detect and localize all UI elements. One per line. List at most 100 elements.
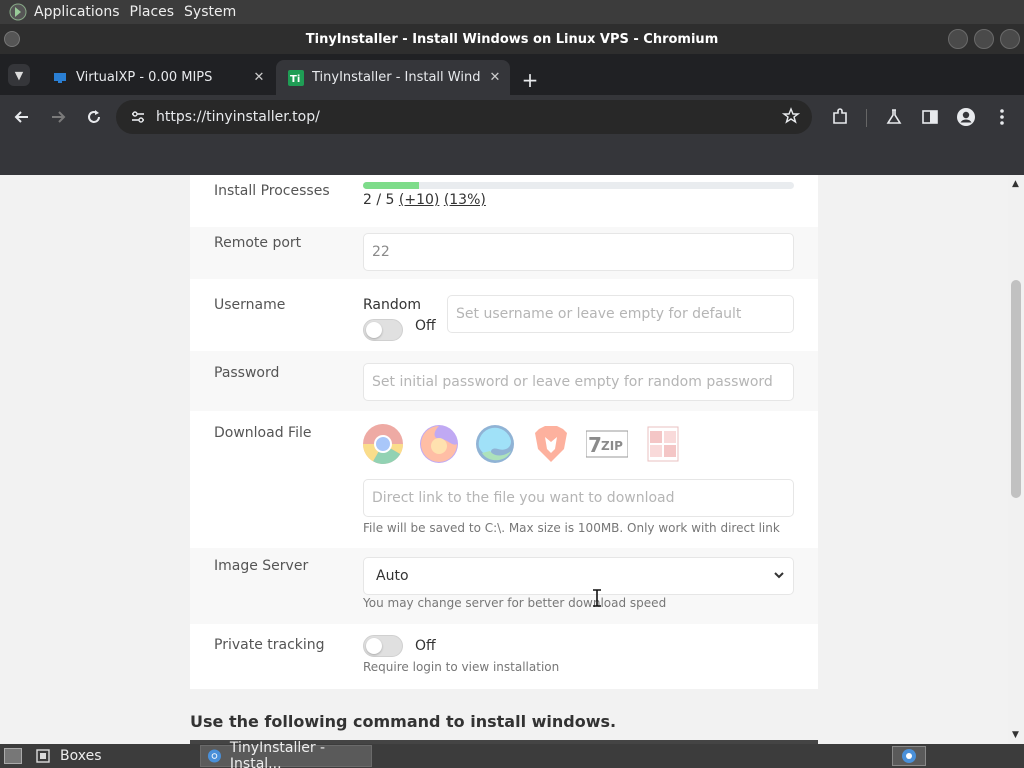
svg-text:ZIP: ZIP — [601, 439, 623, 453]
gnome-foot-icon[interactable] — [8, 2, 28, 22]
progress-percent-link[interactable]: (13%) — [444, 192, 486, 208]
back-arrow-icon — [14, 111, 28, 123]
username-input[interactable]: Set username or leave empty for default — [447, 295, 794, 333]
username-placeholder: Set username or leave empty for default — [456, 306, 742, 322]
profile-button[interactable] — [954, 105, 978, 129]
image-server-helper: You may change server for better downloa… — [363, 596, 667, 610]
site-settings-icon[interactable] — [124, 110, 152, 124]
new-tab-button[interactable]: + — [518, 68, 542, 92]
tinyinstaller-logo-icon: Ti — [288, 69, 304, 86]
username-row: Username Random Off Set username or leav… — [190, 279, 818, 351]
avatar-icon — [957, 108, 975, 126]
progress-count: 2 / 5 — [363, 192, 395, 208]
bottom-panel: Boxes TinyInstaller - Instal... — [0, 740, 1024, 768]
tab-virtualxp[interactable]: VirtualXP - 0.00 MIPS ✕ — [40, 60, 274, 95]
install-form-card: Install Processes 2 / 5 (+10) (13%) Remo… — [190, 175, 818, 689]
taskbar-item-chromium[interactable]: TinyInstaller - Instal... — [200, 740, 372, 768]
firefox-icon[interactable] — [418, 423, 460, 465]
back-button[interactable] — [10, 105, 34, 129]
browser-menu-button[interactable] — [990, 105, 1014, 129]
remote-port-value: 22 — [372, 244, 390, 260]
tab-tinyinstaller[interactable]: Ti TinyInstaller - Install Windo ✕ — [276, 60, 510, 95]
download-url-input[interactable]: Direct link to the file you want to down… — [363, 479, 794, 517]
progress-fill — [363, 182, 420, 189]
minimize-button[interactable] — [948, 29, 968, 49]
taskbar-item-label: TinyInstaller - Instal... — [229, 740, 326, 768]
labs-button[interactable] — [882, 105, 906, 129]
puzzle-icon — [833, 108, 847, 124]
taskbar-item-boxes[interactable]: Boxes — [34, 744, 102, 768]
applications-menu[interactable]: Applications — [34, 4, 130, 20]
monitor-icon — [52, 70, 68, 86]
7zip-icon[interactable]: 7 ZIP — [586, 423, 628, 465]
svg-text:Ti: Ti — [290, 74, 300, 85]
bookmark-bar — [0, 139, 1024, 175]
private-tracking-label: Private tracking — [214, 637, 325, 653]
reload-button[interactable] — [82, 105, 106, 129]
chevron-down-icon — [773, 569, 785, 585]
side-panel-button[interactable] — [918, 105, 942, 129]
scroll-down-icon[interactable]: ▼ — [1012, 730, 1019, 740]
maximize-button[interactable] — [974, 29, 994, 49]
random-toggle-state: Off — [415, 318, 436, 334]
download-helper-text: File will be saved to C:\. Max size is 1… — [363, 521, 780, 535]
toolbar-divider — [866, 109, 867, 127]
tab-strip: ▼ VirtualXP - 0.00 MIPS ✕ Ti TinyInstall… — [0, 54, 1024, 95]
remote-port-label: Remote port — [214, 235, 302, 251]
password-input[interactable]: Set initial password or leave empty for … — [363, 363, 794, 401]
show-desktop-button[interactable] — [4, 748, 22, 764]
private-tracking-row: Private tracking Off Require login to vi… — [190, 624, 818, 689]
tab-title: TinyInstaller - Install Windo — [312, 70, 480, 85]
reload-icon — [88, 110, 100, 123]
image-server-row: Image Server Auto You may change server … — [190, 548, 818, 624]
download-file-label: Download File — [214, 425, 312, 441]
image-server-select[interactable]: Auto — [363, 557, 794, 595]
system-menu[interactable]: System — [184, 4, 246, 20]
image-server-label: Image Server — [214, 558, 309, 574]
brave-icon[interactable] — [530, 423, 572, 465]
progress-text: 2 / 5 (+10) (13%) — [363, 192, 486, 208]
close-window-button[interactable] — [1000, 29, 1020, 49]
image-server-selected: Auto — [376, 568, 409, 584]
window-menu-button[interactable] — [4, 31, 20, 47]
tab-search-button[interactable]: ▼ — [8, 64, 30, 86]
text-cursor-icon — [593, 589, 601, 607]
download-url-placeholder: Direct link to the file you want to down… — [372, 490, 675, 506]
kebab-menu-icon — [1000, 109, 1004, 125]
private-tracking-toggle[interactable] — [363, 635, 403, 657]
chrome-icon[interactable] — [362, 423, 404, 465]
places-menu[interactable]: Places — [130, 4, 185, 20]
chevron-down-icon: ▼ — [14, 68, 24, 82]
side-panel-icon — [922, 110, 938, 124]
forward-button[interactable] — [46, 105, 70, 129]
scroll-up-icon[interactable]: ▲ — [1012, 179, 1019, 189]
edge-icon[interactable] — [474, 423, 516, 465]
chromium-icon — [207, 749, 221, 763]
install-processes-progress — [363, 182, 794, 189]
password-placeholder: Set initial password or leave empty for … — [372, 374, 773, 390]
random-username-toggle[interactable] — [363, 319, 403, 341]
page-scrollbar[interactable]: ▲ ▼ — [1008, 175, 1024, 744]
remote-port-input[interactable]: 22 — [363, 233, 794, 271]
random-label: Random — [363, 297, 421, 313]
private-tracking-state: Off — [415, 638, 436, 654]
close-icon[interactable]: ✕ — [486, 69, 504, 87]
command-heading: Use the following command to install win… — [190, 712, 617, 731]
username-label: Username — [214, 297, 286, 313]
password-row: Password Set initial password or leave e… — [190, 351, 818, 411]
window-titlebar[interactable]: TinyInstaller - Install Windows on Linux… — [0, 24, 1024, 54]
boxes-icon — [34, 747, 52, 765]
svg-text:7: 7 — [588, 433, 602, 457]
progress-plus-link[interactable]: (+10) — [399, 192, 439, 208]
top-panel: Applications Places System — [0, 0, 1024, 24]
address-bar[interactable]: https://tinyinstaller.top/ — [116, 100, 812, 134]
forward-arrow-icon — [52, 111, 66, 123]
bookmark-star-icon[interactable] — [781, 107, 801, 129]
page-viewport: Install Processes 2 / 5 (+10) (13%) Remo… — [0, 175, 1008, 744]
install-processes-label: Install Processes — [214, 183, 330, 199]
close-icon[interactable]: ✕ — [250, 69, 268, 87]
extensions-button[interactable] — [828, 105, 852, 129]
scrollbar-thumb[interactable] — [1011, 280, 1021, 498]
winrar-icon[interactable] — [642, 423, 684, 465]
tray-chromium-icon[interactable] — [892, 746, 926, 766]
